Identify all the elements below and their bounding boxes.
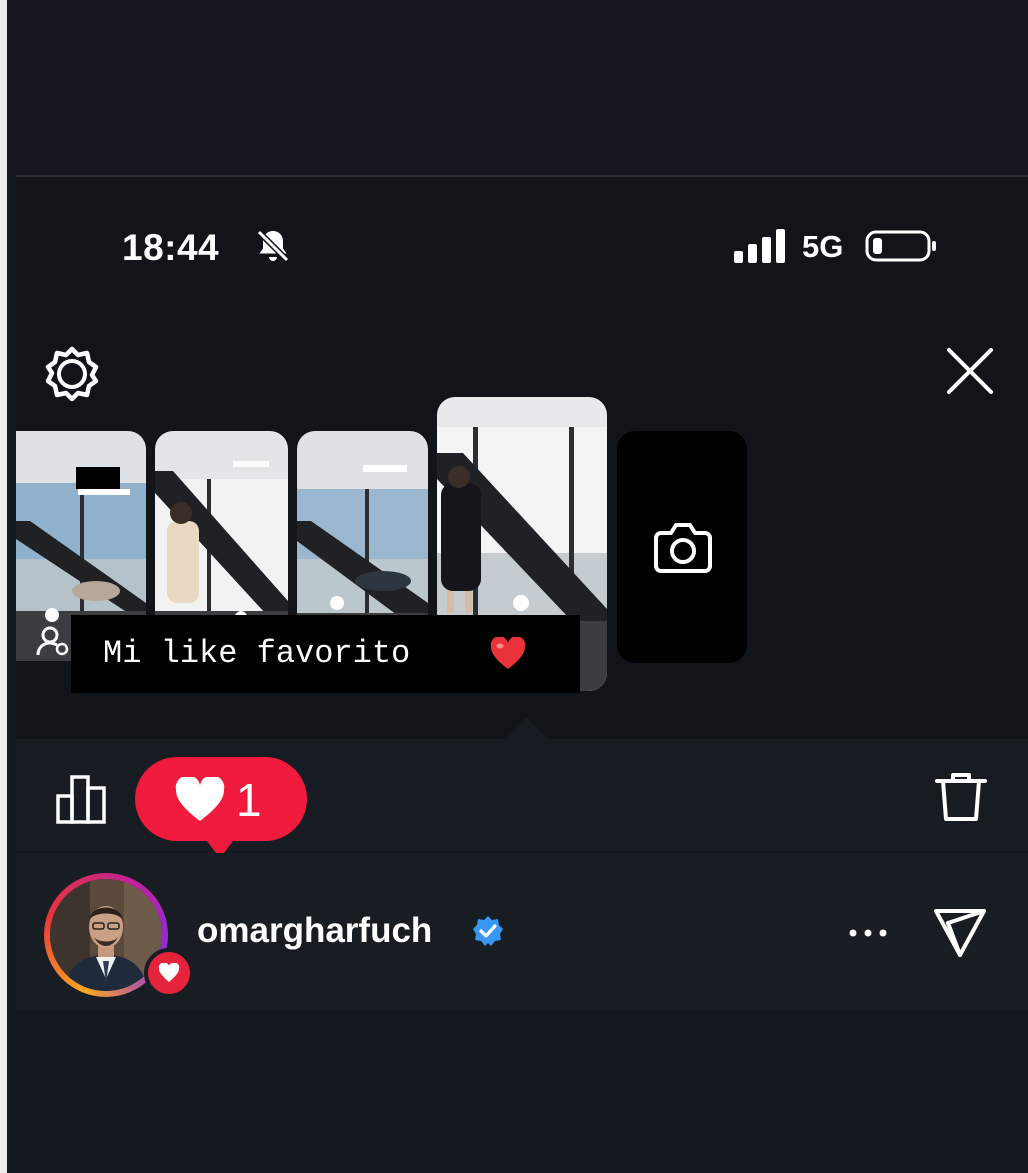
avatar[interactable] [44, 873, 194, 998]
liked-badge-icon [144, 948, 194, 998]
story-caption: Mi like favorito [71, 615, 580, 693]
story-viewers-screen: 18:44 5G Mi like favorito 1 omargharfuch [16, 175, 1028, 1173]
red-heart-icon [490, 637, 526, 669]
network-type: 5G [802, 229, 844, 264]
bell-muted-icon [256, 229, 290, 263]
status-time: 18:44 [122, 227, 220, 268]
add-story-tile[interactable] [617, 431, 747, 663]
viewer-row[interactable]: omargharfuch [16, 853, 1028, 1009]
gear-icon[interactable] [44, 345, 100, 401]
verified-badge-icon [473, 916, 503, 946]
camera-icon [654, 523, 712, 573]
trash-icon[interactable] [934, 769, 988, 823]
like-count: 1 [236, 774, 262, 826]
insights-icon[interactable] [56, 774, 110, 824]
story-preview-area: 18:44 5G Mi like favorito [16, 175, 1028, 743]
screenshot-top-band [7, 0, 1028, 175]
like-count-badge[interactable]: 1 [135, 757, 307, 841]
close-icon[interactable] [944, 345, 996, 397]
mentions-icon [36, 626, 69, 656]
signal-icon [734, 229, 785, 263]
more-icon[interactable] [846, 921, 890, 945]
send-icon[interactable] [932, 905, 988, 961]
battery-low-icon [865, 230, 936, 262]
caption-text: Mi like favorito [103, 635, 411, 672]
viewer-username[interactable]: omargharfuch [197, 911, 432, 951]
screenshot-edge [0, 0, 7, 1173]
heart-icon [175, 777, 225, 821]
empty-list-area [16, 1009, 1028, 1173]
